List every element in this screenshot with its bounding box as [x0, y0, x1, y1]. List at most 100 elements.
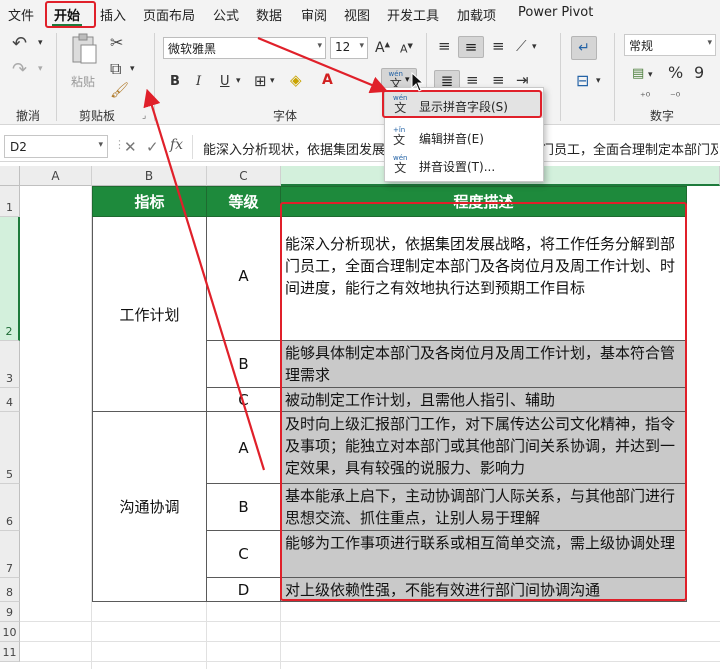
- ribbon-tab-bar: 文件 开始 插入 页面布局 公式 数据 审阅 视图 开发工具 加载项 Power…: [0, 0, 720, 27]
- italic-button[interactable]: I: [196, 75, 201, 88]
- phonetic-edit-icon: +ǐn 文: [393, 126, 406, 147]
- redo-dropdown-icon[interactable]: ▾: [38, 65, 43, 74]
- gridline: [20, 641, 720, 642]
- group-separator: [560, 33, 561, 121]
- indicator-cell[interactable]: 沟通协调: [92, 412, 207, 602]
- accounting-format-icon[interactable]: ▤: [632, 67, 644, 80]
- tab-file[interactable]: 文件: [8, 5, 34, 24]
- column-header-b[interactable]: B: [92, 166, 207, 186]
- align-middle-icon: ≡: [464, 38, 478, 56]
- row-header-5[interactable]: 5: [0, 412, 20, 484]
- underline-button[interactable]: U: [220, 75, 230, 88]
- tab-formulas[interactable]: 公式: [213, 5, 239, 24]
- bold-button[interactable]: B: [170, 75, 180, 88]
- column-header-c[interactable]: C: [207, 166, 281, 186]
- tab-insert[interactable]: 插入: [100, 5, 126, 24]
- row-header-7[interactable]: 7: [0, 531, 20, 578]
- align-center-icon[interactable]: ≡: [466, 73, 479, 88]
- cancel-entry-button[interactable]: ✕: [124, 138, 137, 156]
- number-format-select[interactable]: 常规 ▾: [624, 34, 716, 56]
- accounting-dropdown-icon[interactable]: ▾: [648, 71, 653, 80]
- paste-button[interactable]: 粘贴: [66, 33, 102, 93]
- tab-review[interactable]: 审阅: [301, 5, 327, 24]
- increase-decimal-icon[interactable]: ⁺⁰: [640, 91, 650, 102]
- underline-dropdown-icon[interactable]: ▾: [236, 77, 241, 86]
- menu-item-phonetic-settings[interactable]: wén 文 拼音设置(T)...: [385, 152, 543, 178]
- tab-power-pivot[interactable]: Power Pivot: [518, 5, 593, 20]
- cut-icon[interactable]: ✂: [110, 35, 123, 51]
- font-name-select[interactable]: 微软雅黑 ▾: [163, 37, 326, 59]
- indent-icon[interactable]: ⇥: [516, 73, 529, 88]
- copy-dropdown-icon[interactable]: ▾: [130, 65, 135, 74]
- header-indicator[interactable]: 指标: [92, 186, 207, 217]
- gridline: [20, 661, 720, 662]
- format-painter-icon[interactable]: 🖌: [110, 83, 129, 98]
- name-box[interactable]: D2 ▾: [4, 135, 108, 158]
- row-header-8[interactable]: 8: [0, 578, 20, 602]
- tab-developer[interactable]: 开发工具: [387, 5, 439, 24]
- ribbon: ↶ ▾ ↷ ▾ 撤消 粘贴 ✂ ⧉ ▾ 🖌 剪贴板 ⌟ 微软雅黑 ▾ 12 ▾ …: [0, 27, 720, 125]
- gridline: [20, 621, 720, 622]
- font-size-select[interactable]: 12 ▾: [330, 37, 368, 59]
- row-header-4[interactable]: 4: [0, 388, 20, 412]
- font-color-icon[interactable]: A: [322, 73, 333, 87]
- number-group-label: 数字: [650, 109, 675, 123]
- copy-icon[interactable]: ⧉: [110, 61, 121, 77]
- row-header-6[interactable]: 6: [0, 484, 20, 531]
- borders-icon[interactable]: ⊞: [254, 74, 267, 89]
- group-separator: [154, 33, 155, 121]
- grade-cell[interactable]: C: [207, 388, 281, 412]
- grade-cell[interactable]: A: [207, 217, 281, 341]
- row-header-1[interactable]: 1: [0, 186, 20, 217]
- wrap-text-icon: ↵: [578, 40, 590, 56]
- header-grade[interactable]: 等级: [207, 186, 281, 217]
- tab-page-layout[interactable]: 页面布局: [143, 5, 195, 24]
- wrap-text-button[interactable]: ↵: [571, 36, 597, 60]
- row-header-3[interactable]: 3: [0, 341, 20, 388]
- decrease-font-icon[interactable]: A▼: [400, 43, 413, 55]
- chevron-down-icon: ▾: [98, 140, 103, 150]
- row-header-9[interactable]: 9: [0, 602, 20, 622]
- row-header-11[interactable]: 11: [0, 642, 20, 662]
- orientation-dropdown-icon[interactable]: ▾: [532, 43, 537, 52]
- increase-font-icon[interactable]: A▲: [375, 41, 390, 55]
- grade-cell[interactable]: A: [207, 412, 281, 484]
- align-right-icon[interactable]: ≡: [492, 73, 505, 88]
- merge-center-icon[interactable]: ⊟: [576, 73, 589, 89]
- tab-addins[interactable]: 加载项: [457, 5, 496, 24]
- row-header-2[interactable]: 2: [0, 217, 20, 341]
- chevron-down-icon: ▾: [707, 38, 712, 48]
- grade-cell[interactable]: D: [207, 578, 281, 602]
- percent-button[interactable]: %: [668, 65, 683, 81]
- chevron-down-icon: ▾: [404, 75, 410, 85]
- decrease-decimal-icon[interactable]: ⁻⁰: [670, 91, 680, 102]
- confirm-entry-button[interactable]: ✓: [146, 138, 159, 156]
- annotation-box-home-tab: [45, 1, 96, 28]
- comma-style-button[interactable]: 9: [694, 65, 704, 81]
- redo-icon[interactable]: ↷: [12, 61, 27, 79]
- tab-data[interactable]: 数据: [256, 5, 282, 24]
- undo-dropdown-icon[interactable]: ▾: [38, 39, 43, 48]
- undo-icon[interactable]: ↶: [12, 35, 27, 53]
- grade-cell[interactable]: C: [207, 531, 281, 578]
- indicator-cell[interactable]: 工作计划: [92, 217, 207, 412]
- align-bottom-icon[interactable]: ≡: [492, 39, 505, 54]
- column-header-a[interactable]: A: [20, 166, 92, 186]
- select-all-button[interactable]: [0, 166, 20, 186]
- merge-dropdown-icon[interactable]: ▾: [596, 77, 601, 86]
- row-header-10[interactable]: 10: [0, 622, 20, 642]
- grade-cell[interactable]: B: [207, 484, 281, 531]
- insert-function-button[interactable]: fx: [170, 137, 183, 153]
- orientation-icon[interactable]: ⟋: [516, 39, 527, 54]
- chevron-down-icon: ▾: [359, 41, 364, 51]
- align-top-icon[interactable]: ≡: [438, 39, 451, 54]
- menu-item-edit-phonetic[interactable]: +ǐn 文 编辑拼音(E): [385, 124, 543, 150]
- grade-cell[interactable]: B: [207, 341, 281, 388]
- menu-item-label: 拼音设置(T)...: [419, 160, 496, 174]
- borders-dropdown-icon[interactable]: ▾: [270, 77, 275, 86]
- fill-color-icon[interactable]: ◈: [290, 73, 302, 88]
- align-middle-button[interactable]: ≡: [458, 36, 484, 58]
- tab-view[interactable]: 视图: [344, 5, 370, 24]
- phonetic-settings-icon: wén 文: [393, 154, 408, 175]
- clipboard-dialog-launcher-icon[interactable]: ⌟: [142, 111, 146, 121]
